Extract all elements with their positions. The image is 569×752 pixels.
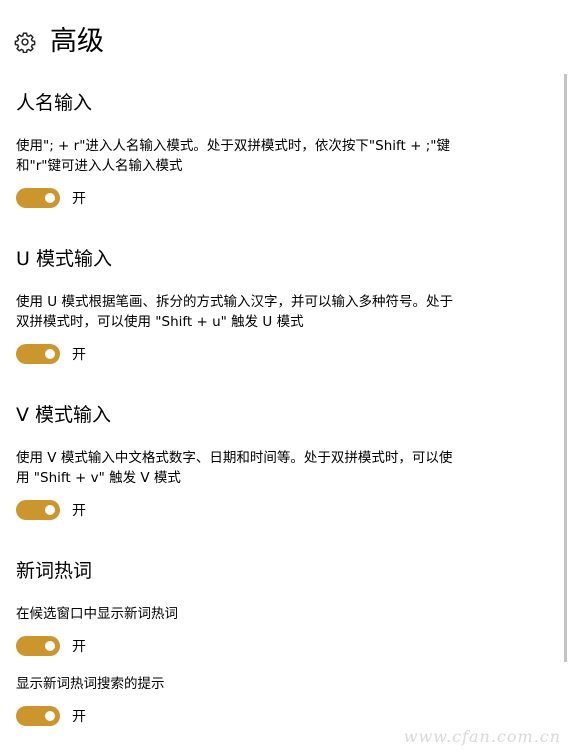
toggle-knob <box>45 711 55 721</box>
gear-icon <box>14 32 36 53</box>
setting-label: 在候选窗口中显示新词热词 <box>16 606 178 622</box>
toggle-row: 开 <box>16 342 456 366</box>
section-u-mode: U 模式输入 使用 U 模式根据笔画、拆分的方式输入汉字，并可以输入多种符号。处… <box>16 246 456 366</box>
toggle-knob <box>45 193 55 203</box>
toggle-state-label: 开 <box>72 347 86 363</box>
page-title: 高级 <box>50 26 104 57</box>
toggle-row: 开 <box>16 634 456 658</box>
section-title: V 模式输入 <box>16 404 112 426</box>
section-description: 使用 V 模式输入中文格式数字、日期和时间等。处于双拼模式时，可以使用 "Shi… <box>16 450 453 486</box>
toggle-row: 开 <box>16 186 456 210</box>
show-hot-words-toggle[interactable] <box>16 636 60 656</box>
section-v-mode: V 模式输入 使用 V 模式输入中文格式数字、日期和时间等。处于双拼模式时，可以… <box>16 402 456 522</box>
toggle-knob <box>45 641 55 651</box>
section-name-input: 人名输入 使用"; + r"进入人名输入模式。处于双拼模式时，依次按下"Shif… <box>16 90 456 210</box>
setting-label: 显示新词热词搜索的提示 <box>16 676 165 692</box>
scrollbar[interactable] <box>564 74 567 662</box>
toggle-state-label: 开 <box>72 709 86 725</box>
section-hot-words: 新词热词 在候选窗口中显示新词热词 开 显示新词热词搜索的提示 开 <box>16 558 456 728</box>
toggle-row: 开 <box>16 704 456 728</box>
section-title: 人名输入 <box>16 92 93 114</box>
toggle-state-label: 开 <box>72 191 86 207</box>
name-input-toggle[interactable] <box>16 188 60 208</box>
section-title: 新词热词 <box>16 560 93 582</box>
section-description: 使用"; + r"进入人名输入模式。处于双拼模式时，依次按下"Shift + ;… <box>16 138 450 174</box>
v-mode-toggle[interactable] <box>16 500 60 520</box>
hot-words-search-hint-toggle[interactable] <box>16 706 60 726</box>
section-description: 使用 U 模式根据笔画、拆分的方式输入汉字，并可以输入多种符号。处于双拼模式时，… <box>16 294 453 330</box>
section-title: U 模式输入 <box>16 248 112 270</box>
u-mode-toggle[interactable] <box>16 344 60 364</box>
toggle-row: 开 <box>16 498 456 522</box>
toggle-knob <box>45 349 55 359</box>
toggle-state-label: 开 <box>72 639 86 655</box>
toggle-state-label: 开 <box>72 503 86 519</box>
page-header: 高级 <box>14 24 104 60</box>
watermark: www.cfan.com.cn <box>403 727 561 746</box>
toggle-knob <box>45 505 55 515</box>
